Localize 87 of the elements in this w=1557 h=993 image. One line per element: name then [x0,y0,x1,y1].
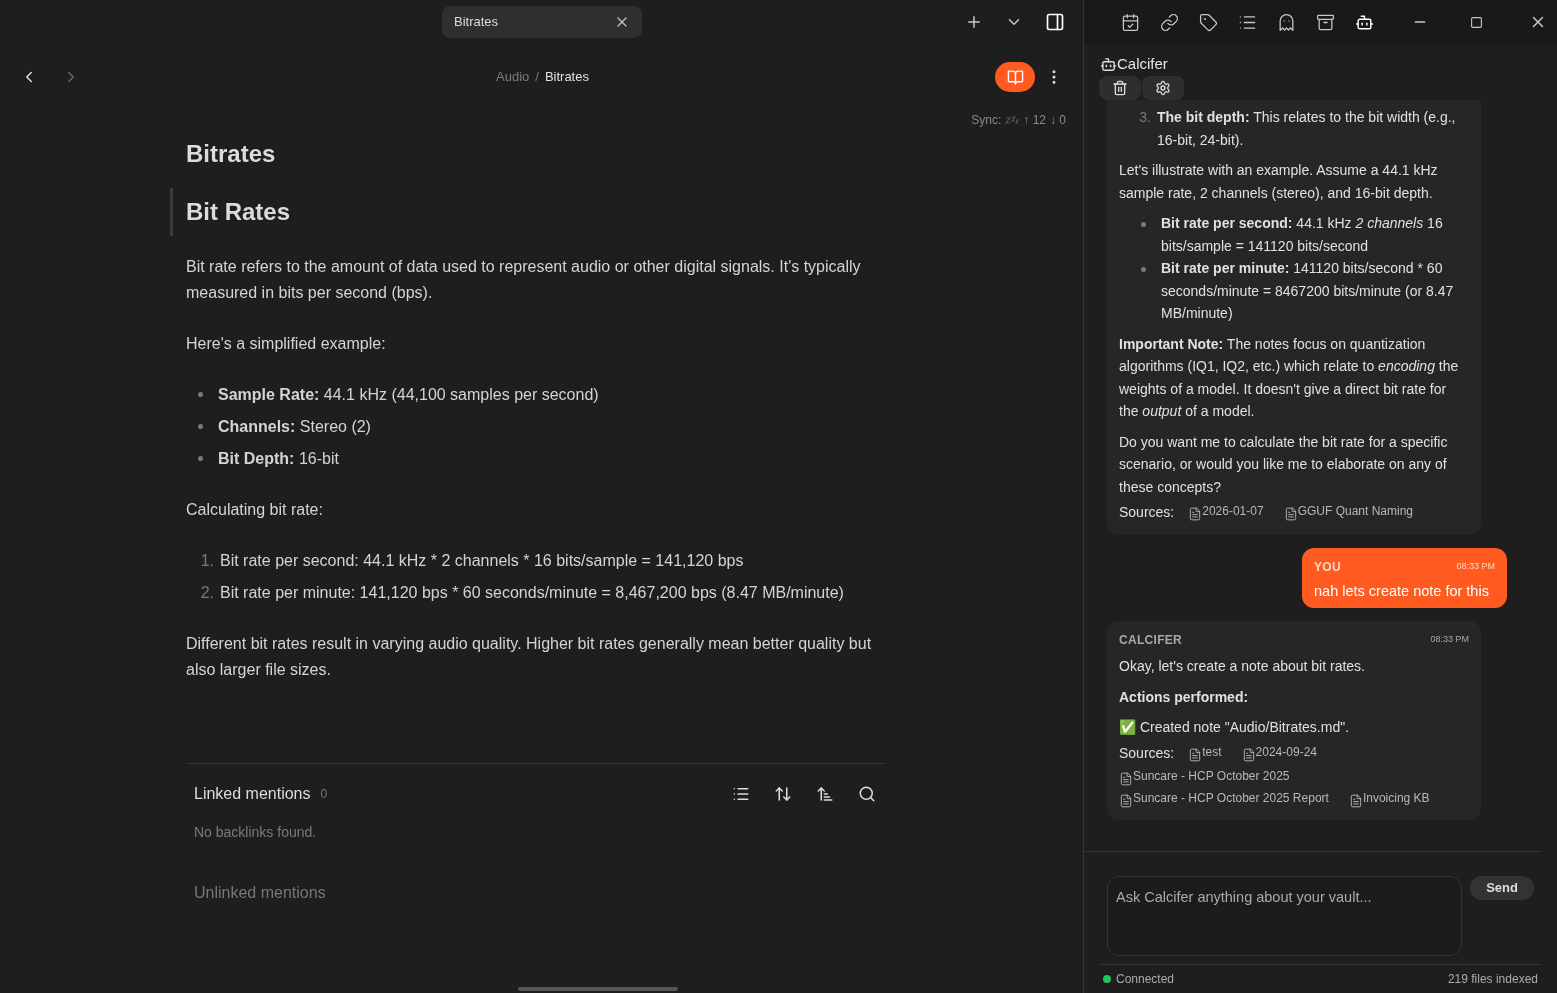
paragraph: Different bit rates result in varying audio quality. Higher bit rates generally mean better quality but also larger file sizes. [186,634,873,680]
sync-down-count: ↓ 0 [1050,112,1066,129]
empty-message: No backlinks found. [194,823,318,842]
tag-icon[interactable] [1199,12,1218,32]
paragraph: Let's illustrate with an example. Assume a 44.1 kHz sample rate, 2 channels (stereo), and 16-bit depth. [1119,161,1439,203]
section-heading[interactable]: Unlinked mentions [194,881,878,905]
message-time: 08:33 PM [1430,633,1469,647]
paragraph: Bit rate refers to the amount of data used to represent audio or other digital signals. It's typically measured in bits per second (bps). [186,257,862,303]
source-link[interactable]: Invoicing KB [1348,788,1430,808]
list-item: Bit rate per minute: 141,120 bps * 60 seconds/minute = 8,467,200 bps (8.47 MB/minute) [220,583,844,603]
sync-label: Sync: [971,112,1002,129]
sync-up-count: ↑ 12 [1023,112,1046,129]
note-tab[interactable]: Bitrates [442,6,642,38]
settings-icon [1155,80,1171,96]
mention-count: 0 [320,786,328,803]
section-heading: Linked mentions [194,784,311,804]
document-icon [1188,507,1203,521]
document-icon [1188,747,1203,762]
sources-label: Sources: [1119,743,1175,763]
delete-button[interactable] [1099,76,1141,100]
source-link[interactable]: Suncare - HCP October 2025 Report [1119,788,1329,808]
message-text: nah lets create note for this [1314,582,1490,601]
list-number: 3. [1138,108,1151,127]
source-link[interactable]: 2026-01-07 [1188,502,1264,521]
message-author: CALCIFER [1119,632,1183,649]
expand-icon[interactable] [774,785,792,803]
archive-icon[interactable] [1316,12,1335,32]
indexed-count: 219 files indexed [1447,971,1538,988]
bullet-icon [1141,267,1146,272]
document-icon [1348,793,1363,808]
paragraph: Okay, let's create a note about bit rates. [1119,657,1366,676]
bullet-icon [198,392,203,397]
ghost-icon[interactable] [1277,12,1296,32]
bullet-icon [198,424,203,429]
breadcrumb-separator: / [535,68,539,87]
paragraph: Important Note: The notes focus on quantization algorithms (IQ1, IQ2, etc.) which relate to encoding the weights of a model. It doesn't give a direct bit rate for the output of a model. [1119,334,1460,421]
list-item: Bit rate per second: 44.1 kHz 2 channels 16 bits/sample = 141120 bits/second [1161,214,1444,256]
paragraph: Here's a simplified example: [186,334,387,354]
breadcrumb-link[interactable]: Audio [496,67,530,87]
message-input[interactable]: Ask Calcifer anything about your vault... [1107,876,1463,956]
message-author: YOU [1314,559,1341,576]
list-item: Bit rate per minute: 141120 bits/second * 60 seconds/minute = 8467200 bits/minute (or 8.47 MB/minute) [1161,259,1455,323]
list-item: Bit rate per second: 44.1 kHz * 2 channels * 16 bits/sample = 141,120 bps [220,551,744,571]
list-item: Channels: Stereo (2) [218,417,371,437]
document-icon [1119,793,1133,808]
message-time: 08:33 PM [1456,560,1495,574]
bullet-icon [1141,222,1146,227]
robot-icon[interactable] [1355,12,1374,32]
source-link[interactable]: 2024-09-24 [1241,742,1317,762]
send-button[interactable]: Send [1470,876,1534,900]
robot-icon [1100,55,1117,73]
scrollbar[interactable] [518,987,678,991]
source-link[interactable]: Suncare - HCP October 2025 [1119,766,1290,786]
calendar-icon[interactable] [1121,12,1140,32]
breadcrumb-link[interactable]: Bitrates [544,67,589,87]
reading-mode-button[interactable] [995,62,1035,92]
paragraph: ✅ Created note "Audio/Bitrates.md". [1119,718,1351,737]
maximize-icon[interactable] [1470,15,1483,29]
sort-icon[interactable] [816,785,834,803]
settings-button[interactable] [1142,76,1184,100]
sleep-icon [1005,115,1020,125]
list-item: Sample Rate: 44.1 kHz (44,100 samples per second) [218,385,599,405]
plus-icon[interactable] [965,13,983,31]
connection-status: Connected [1116,971,1175,988]
note-heading: Bit Rates [186,197,292,227]
bullet-icon [198,456,203,461]
sidebar-toggle-icon[interactable] [1045,12,1065,32]
source-link[interactable]: test [1188,742,1222,762]
list-number: 2. [199,583,214,603]
search-icon[interactable] [858,785,876,803]
list-item: The bit depth: This relates to the bit width (e.g., 16-bit, 24-bit). [1157,108,1457,150]
sources-label: Sources: [1119,503,1175,522]
paragraph: Actions performed: [1119,687,1250,707]
list-item: Bit Depth: 16-bit [218,449,339,469]
document-icon [1119,771,1133,786]
document-icon [1241,747,1256,762]
list-number: 1. [199,551,214,571]
document-icon [1283,507,1298,521]
panel-title: Calcifer [1117,53,1168,74]
source-link[interactable]: GGUF Quant Naming [1283,502,1413,521]
paragraph: Calculating bit rate: [186,500,324,520]
link-icon[interactable] [1160,12,1179,32]
note-title: Bitrates [186,139,277,169]
list-icon[interactable] [732,785,750,803]
paragraph: Do you want me to calculate the bit rate for a specific scenario, or would you like me to elaborate on any of these concepts? [1119,432,1449,497]
book-icon [1006,68,1024,86]
trash-icon [1112,80,1128,96]
